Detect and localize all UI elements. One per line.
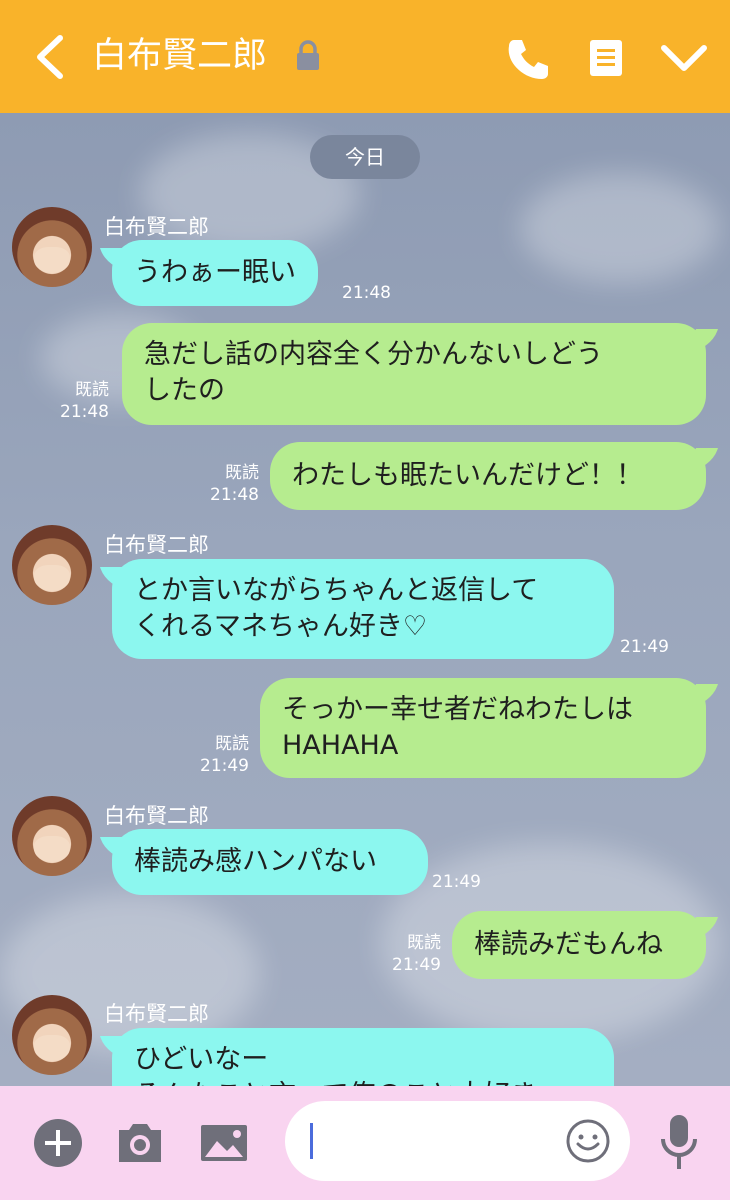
message-bubble-outgoing[interactable]: そっかー幸せ者だねわたしは HAHAHA (260, 678, 706, 778)
sender-name: 白布賢二郎 (104, 215, 209, 239)
read-receipt: 既読 21:48 (210, 462, 259, 506)
message-bubble-outgoing[interactable]: わたしも眠たいんだけど！！ (270, 442, 706, 510)
avatar[interactable] (12, 796, 92, 876)
message-line: うわぁー眠い (134, 257, 296, 288)
chat-title[interactable]: 白布賢二郎 (92, 32, 267, 80)
chat-header: 白布賢二郎 (0, 0, 730, 113)
read-label: 既読 (225, 463, 259, 483)
message-line: 急だし話の内容全く分かんないしどう (144, 339, 603, 370)
image-icon[interactable] (199, 1123, 249, 1163)
message-bubble-incoming[interactable]: ひどいなー そんなこと言って俺のこと大好き (112, 1028, 614, 1086)
read-label: 既読 (215, 734, 249, 754)
sender-name: 白布賢二郎 (104, 533, 209, 557)
message-line: そんなこと言って俺のこと大好き (134, 1078, 592, 1086)
avatar[interactable] (12, 207, 92, 287)
message-line: わたしも眠たいんだけど！！ (292, 460, 643, 491)
message-bubble-outgoing[interactable]: 棒読みだもんね (452, 911, 706, 979)
read-label: 既読 (407, 933, 441, 953)
microphone-icon[interactable] (659, 1113, 699, 1173)
message-time: 21:48 (342, 283, 391, 303)
message-time: 21:48 (60, 402, 109, 422)
avatar[interactable] (12, 995, 92, 1075)
read-receipt: 既読 21:49 (200, 733, 249, 777)
message-line: くれるマネちゃん好き♡ (134, 611, 428, 642)
back-arrow-icon[interactable] (30, 34, 70, 80)
message-line: HAHAHA (282, 730, 399, 761)
sender-name: 白布賢二郎 (104, 804, 209, 828)
message-line: したの (144, 375, 225, 406)
phone-icon[interactable] (505, 36, 549, 80)
plus-icon[interactable] (33, 1118, 83, 1168)
message-line: 棒読み感ハンパない (134, 846, 377, 877)
message-bubble-incoming[interactable]: うわぁー眠い (112, 240, 318, 306)
avatar[interactable] (12, 525, 92, 605)
read-receipt: 既読 21:49 (392, 932, 441, 976)
message-input[interactable] (285, 1101, 630, 1181)
read-label: 既読 (75, 380, 109, 400)
smile-icon[interactable] (565, 1118, 611, 1164)
message-line: とか言いながらちゃんと返信して (134, 575, 539, 606)
date-separator: 今日 (310, 135, 420, 179)
text-cursor (310, 1123, 313, 1159)
camera-icon[interactable] (115, 1120, 165, 1164)
chevron-down-icon[interactable] (660, 40, 708, 76)
message-time: 21:48 (210, 485, 259, 505)
background-cloud (520, 173, 720, 283)
sender-name: 白布賢二郎 (104, 1002, 209, 1026)
message-line: そっかー幸せ者だねわたしは (282, 694, 633, 725)
message-bubble-incoming[interactable]: 棒読み感ハンパない (112, 829, 428, 895)
message-line: ひどいなー (134, 1044, 269, 1075)
message-time: 21:49 (392, 955, 441, 975)
message-bubble-incoming[interactable]: とか言いながらちゃんと返信して くれるマネちゃん好き♡ (112, 559, 614, 659)
memo-icon[interactable] (588, 38, 624, 78)
message-time: 21:49 (200, 756, 249, 776)
message-time: 21:49 (620, 637, 669, 657)
message-composer (0, 1086, 730, 1200)
lock-icon (297, 40, 319, 70)
message-line: 棒読みだもんね (474, 929, 663, 960)
message-bubble-outgoing[interactable]: 急だし話の内容全く分かんないしどう したの (122, 323, 706, 425)
chat-area[interactable]: 今日 白布賢二郎 うわぁー眠い 21:48 既読 21:48 急だし話の内容全く… (0, 113, 730, 1086)
message-time: 21:49 (432, 872, 481, 892)
read-receipt: 既読 21:48 (60, 379, 109, 423)
